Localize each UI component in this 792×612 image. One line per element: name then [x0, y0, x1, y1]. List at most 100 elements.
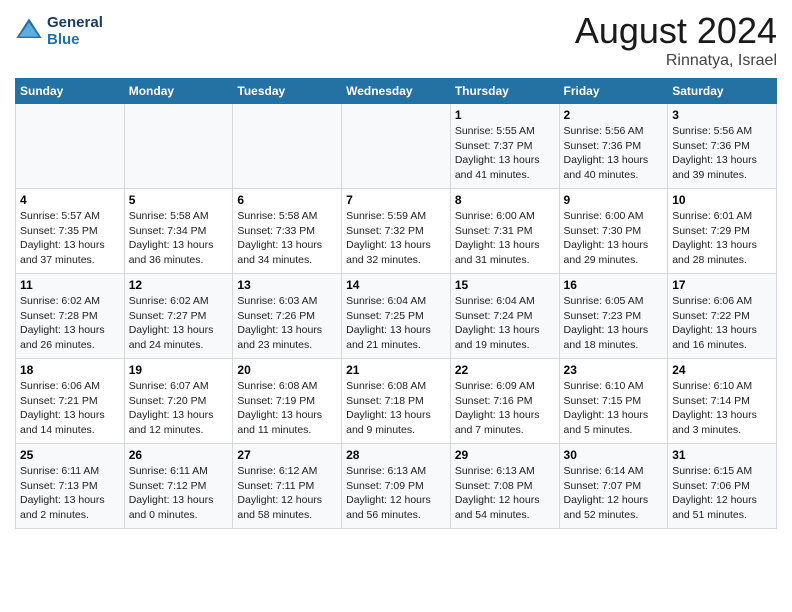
calendar-day-cell: [16, 104, 125, 189]
day-info: Sunrise: 6:10 AM Sunset: 7:14 PM Dayligh…: [672, 379, 772, 438]
day-number: 29: [455, 448, 555, 462]
calendar-table: SundayMondayTuesdayWednesdayThursdayFrid…: [15, 78, 777, 529]
day-number: 30: [564, 448, 664, 462]
calendar-day-cell: 4 Sunrise: 5:57 AM Sunset: 7:35 PM Daylig…: [16, 189, 125, 274]
day-of-week-header: Sunday: [16, 79, 125, 104]
day-number: 31: [672, 448, 772, 462]
calendar-day-cell: 23 Sunrise: 6:10 AM Sunset: 7:15 PM Dayli…: [559, 359, 668, 444]
day-number: 9: [564, 193, 664, 207]
calendar-day-cell: 20 Sunrise: 6:08 AM Sunset: 7:19 PM Dayli…: [233, 359, 342, 444]
day-number: 4: [20, 193, 120, 207]
day-info: Sunrise: 6:02 AM Sunset: 7:27 PM Dayligh…: [129, 294, 229, 353]
logo: General Blue: [15, 14, 103, 48]
day-number: 7: [346, 193, 446, 207]
day-info: Sunrise: 5:55 AM Sunset: 7:37 PM Dayligh…: [455, 124, 555, 183]
day-number: 23: [564, 363, 664, 377]
day-of-week-header: Thursday: [450, 79, 559, 104]
day-number: 6: [237, 193, 337, 207]
day-info: Sunrise: 6:10 AM Sunset: 7:15 PM Dayligh…: [564, 379, 664, 438]
calendar-day-cell: 30 Sunrise: 6:14 AM Sunset: 7:07 PM Dayli…: [559, 444, 668, 529]
day-number: 3: [672, 108, 772, 122]
day-info: Sunrise: 6:09 AM Sunset: 7:16 PM Dayligh…: [455, 379, 555, 438]
calendar-day-cell: 22 Sunrise: 6:09 AM Sunset: 7:16 PM Dayli…: [450, 359, 559, 444]
day-number: 25: [20, 448, 120, 462]
calendar-day-cell: 1 Sunrise: 5:55 AM Sunset: 7:37 PM Daylig…: [450, 104, 559, 189]
day-number: 5: [129, 193, 229, 207]
day-info: Sunrise: 6:00 AM Sunset: 7:31 PM Dayligh…: [455, 209, 555, 268]
day-info: Sunrise: 6:13 AM Sunset: 7:09 PM Dayligh…: [346, 464, 446, 523]
day-of-week-header: Saturday: [668, 79, 777, 104]
day-info: Sunrise: 6:08 AM Sunset: 7:18 PM Dayligh…: [346, 379, 446, 438]
day-info: Sunrise: 6:03 AM Sunset: 7:26 PM Dayligh…: [237, 294, 337, 353]
day-info: Sunrise: 6:14 AM Sunset: 7:07 PM Dayligh…: [564, 464, 664, 523]
day-info: Sunrise: 6:05 AM Sunset: 7:23 PM Dayligh…: [564, 294, 664, 353]
calendar-week-row: 1 Sunrise: 5:55 AM Sunset: 7:37 PM Daylig…: [16, 104, 777, 189]
day-of-week-header: Friday: [559, 79, 668, 104]
calendar-day-cell: 11Sunrise: 6:02 AM Sunset: 7:28 PM Dayli…: [16, 274, 125, 359]
day-number: 20: [237, 363, 337, 377]
day-info: Sunrise: 5:58 AM Sunset: 7:33 PM Dayligh…: [237, 209, 337, 268]
day-info: Sunrise: 5:57 AM Sunset: 7:35 PM Dayligh…: [20, 209, 120, 268]
calendar-week-row: 18Sunrise: 6:06 AM Sunset: 7:21 PM Dayli…: [16, 359, 777, 444]
calendar-day-cell: 8Sunrise: 6:00 AM Sunset: 7:31 PM Daylig…: [450, 189, 559, 274]
day-number: 17: [672, 278, 772, 292]
day-info: Sunrise: 6:13 AM Sunset: 7:08 PM Dayligh…: [455, 464, 555, 523]
title-block: August 2024 Rinnatya, Israel: [575, 10, 777, 70]
day-info: Sunrise: 6:06 AM Sunset: 7:21 PM Dayligh…: [20, 379, 120, 438]
day-number: 22: [455, 363, 555, 377]
day-info: Sunrise: 6:07 AM Sunset: 7:20 PM Dayligh…: [129, 379, 229, 438]
day-number: 21: [346, 363, 446, 377]
calendar-day-cell: 3Sunrise: 5:56 AM Sunset: 7:36 PM Daylig…: [668, 104, 777, 189]
logo-text-general: General: [47, 14, 103, 31]
logo-icon: [15, 17, 43, 45]
day-info: Sunrise: 5:59 AM Sunset: 7:32 PM Dayligh…: [346, 209, 446, 268]
calendar-week-row: 11Sunrise: 6:02 AM Sunset: 7:28 PM Dayli…: [16, 274, 777, 359]
calendar-day-cell: 7 Sunrise: 5:59 AM Sunset: 7:32 PM Daylig…: [342, 189, 451, 274]
day-info: Sunrise: 6:11 AM Sunset: 7:13 PM Dayligh…: [20, 464, 120, 523]
day-number: 13: [237, 278, 337, 292]
calendar-day-cell: 28Sunrise: 6:13 AM Sunset: 7:09 PM Dayli…: [342, 444, 451, 529]
calendar-week-row: 4 Sunrise: 5:57 AM Sunset: 7:35 PM Daylig…: [16, 189, 777, 274]
day-number: 19: [129, 363, 229, 377]
calendar-day-cell: 14Sunrise: 6:04 AM Sunset: 7:25 PM Dayli…: [342, 274, 451, 359]
calendar-day-cell: 13 Sunrise: 6:03 AM Sunset: 7:26 PM Dayli…: [233, 274, 342, 359]
calendar-day-cell: 18Sunrise: 6:06 AM Sunset: 7:21 PM Dayli…: [16, 359, 125, 444]
day-info: Sunrise: 6:12 AM Sunset: 7:11 PM Dayligh…: [237, 464, 337, 523]
calendar-day-cell: 25 Sunrise: 6:11 AM Sunset: 7:13 PM Dayli…: [16, 444, 125, 529]
calendar-day-cell: [342, 104, 451, 189]
day-info: Sunrise: 6:04 AM Sunset: 7:25 PM Dayligh…: [346, 294, 446, 353]
day-of-week-header: Wednesday: [342, 79, 451, 104]
day-info: Sunrise: 6:08 AM Sunset: 7:19 PM Dayligh…: [237, 379, 337, 438]
calendar-day-cell: [124, 104, 233, 189]
day-info: Sunrise: 6:15 AM Sunset: 7:06 PM Dayligh…: [672, 464, 772, 523]
day-info: Sunrise: 5:56 AM Sunset: 7:36 PM Dayligh…: [564, 124, 664, 183]
calendar-day-cell: 17 Sunrise: 6:06 AM Sunset: 7:22 PM Dayli…: [668, 274, 777, 359]
day-info: Sunrise: 6:04 AM Sunset: 7:24 PM Dayligh…: [455, 294, 555, 353]
calendar-day-cell: 6 Sunrise: 5:58 AM Sunset: 7:33 PM Daylig…: [233, 189, 342, 274]
day-number: 16: [564, 278, 664, 292]
day-of-week-header: Monday: [124, 79, 233, 104]
day-info: Sunrise: 6:02 AM Sunset: 7:28 PM Dayligh…: [20, 294, 120, 353]
day-info: Sunrise: 6:06 AM Sunset: 7:22 PM Dayligh…: [672, 294, 772, 353]
calendar-day-cell: 29 Sunrise: 6:13 AM Sunset: 7:08 PM Dayli…: [450, 444, 559, 529]
calendar-day-cell: 27 Sunrise: 6:12 AM Sunset: 7:11 PM Dayli…: [233, 444, 342, 529]
day-number: 10: [672, 193, 772, 207]
calendar-week-row: 25 Sunrise: 6:11 AM Sunset: 7:13 PM Dayli…: [16, 444, 777, 529]
day-number: 12: [129, 278, 229, 292]
calendar-day-cell: 24Sunrise: 6:10 AM Sunset: 7:14 PM Dayli…: [668, 359, 777, 444]
calendar-day-cell: 5Sunrise: 5:58 AM Sunset: 7:34 PM Daylig…: [124, 189, 233, 274]
day-info: Sunrise: 6:01 AM Sunset: 7:29 PM Dayligh…: [672, 209, 772, 268]
day-info: Sunrise: 6:11 AM Sunset: 7:12 PM Dayligh…: [129, 464, 229, 523]
calendar-day-cell: 12 Sunrise: 6:02 AM Sunset: 7:27 PM Dayli…: [124, 274, 233, 359]
calendar-header-row: SundayMondayTuesdayWednesdayThursdayFrid…: [16, 79, 777, 104]
day-number: 27: [237, 448, 337, 462]
calendar-day-cell: 9Sunrise: 6:00 AM Sunset: 7:30 PM Daylig…: [559, 189, 668, 274]
logo-text-blue: Blue: [47, 31, 103, 48]
day-number: 1: [455, 108, 555, 122]
page-header: General Blue August 2024 Rinnatya, Israe…: [15, 10, 777, 70]
calendar-day-cell: 21 Sunrise: 6:08 AM Sunset: 7:18 PM Dayli…: [342, 359, 451, 444]
calendar-day-cell: 26Sunrise: 6:11 AM Sunset: 7:12 PM Dayli…: [124, 444, 233, 529]
calendar-day-cell: 16 Sunrise: 6:05 AM Sunset: 7:23 PM Dayli…: [559, 274, 668, 359]
day-number: 15: [455, 278, 555, 292]
calendar-day-cell: 10 Sunrise: 6:01 AM Sunset: 7:29 PM Dayli…: [668, 189, 777, 274]
